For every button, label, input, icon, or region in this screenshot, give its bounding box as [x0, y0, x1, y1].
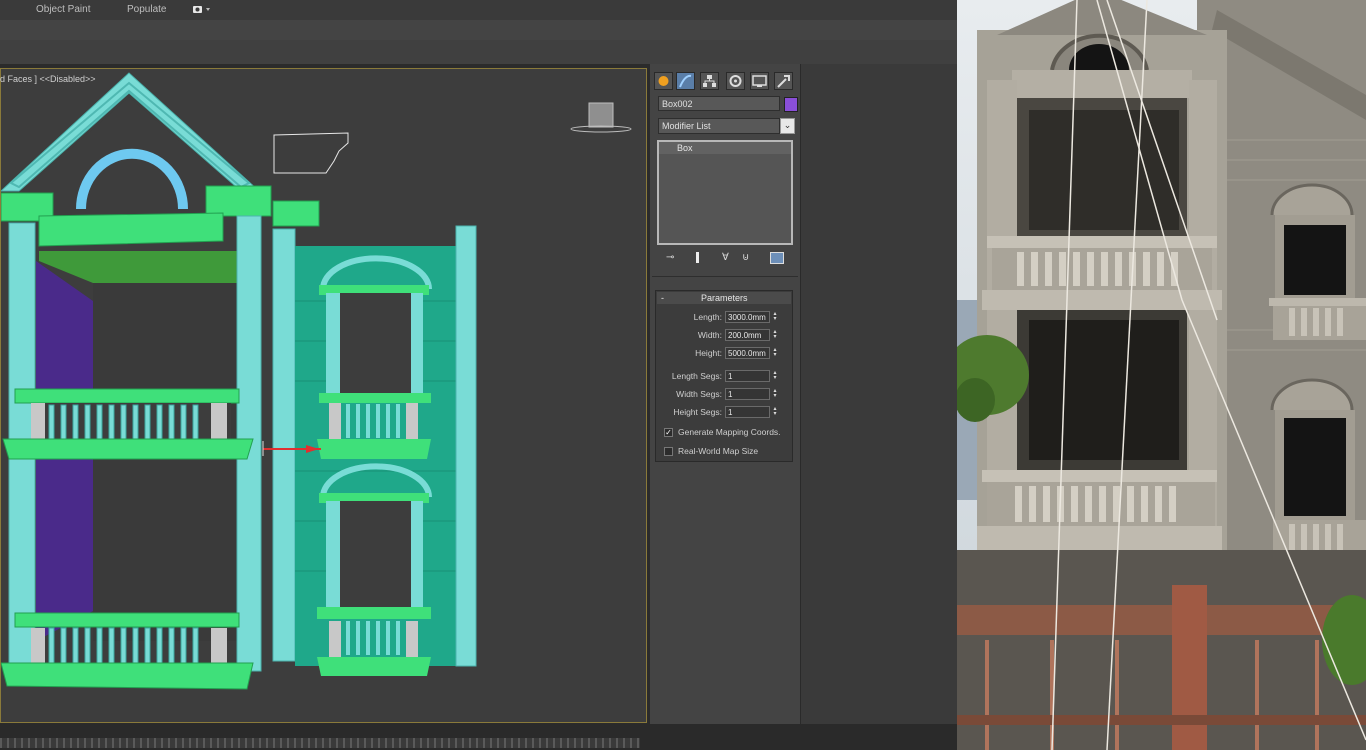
display-toggle-icon[interactable]	[192, 4, 212, 15]
make-unique-icon[interactable]: ∀	[722, 252, 729, 263]
house-model[interactable]	[1, 69, 647, 723]
pin-stack-icon[interactable]: ⊸	[666, 252, 674, 263]
divider	[652, 276, 798, 277]
hierarchy-icon[interactable]	[700, 72, 719, 90]
generate-mapping-checkbox[interactable]: ✓	[664, 428, 673, 437]
height-segs-spinner[interactable]: 1	[725, 406, 770, 418]
motion-icon[interactable]	[726, 72, 745, 90]
object-color-swatch[interactable]	[784, 97, 798, 112]
stack-item-box[interactable]: Box	[659, 142, 791, 154]
utilities-icon[interactable]	[774, 72, 793, 90]
real-world-map-size-checkbox[interactable]	[664, 447, 673, 456]
remove-modifier-icon[interactable]: ⊍	[742, 252, 749, 263]
object-name-field[interactable]: Box002	[658, 96, 780, 111]
stack-controls: ⊸ ∀ ⊍	[666, 252, 792, 266]
viewport-label[interactable]: d Faces ] <<Disabled>>	[0, 74, 96, 84]
width-spinner[interactable]: 200.0mm	[725, 329, 770, 341]
width-segs-spinner[interactable]: 1	[725, 388, 770, 400]
collapse-icon[interactable]: -	[661, 292, 664, 304]
length-segs-spinner[interactable]: 1	[725, 370, 770, 382]
spinner-arrows-icon[interactable]: ▴ ▾	[772, 370, 778, 381]
modifier-list-dropdown[interactable]: Modifier List	[658, 118, 780, 134]
tab-populate[interactable]: Populate	[127, 4, 166, 15]
width-segs-label: Width Segs:	[676, 389, 722, 399]
height-label: Height:	[695, 348, 722, 358]
generate-mapping-label: Generate Mapping Coords.	[678, 427, 781, 437]
reference-photo	[957, 0, 1366, 750]
length-spinner[interactable]: 3000.0mm	[725, 311, 770, 323]
height-segs-label: Height Segs:	[673, 407, 722, 417]
tab-object-paint[interactable]: Object Paint	[36, 4, 90, 15]
length-segs-label: Length Segs:	[671, 371, 722, 381]
empty-panel-area	[800, 64, 958, 724]
spinner-arrows-icon[interactable]: ▴ ▾	[772, 329, 778, 340]
timeline-track[interactable]	[0, 738, 640, 748]
perspective-viewport[interactable]	[0, 68, 647, 723]
spinner-arrows-icon[interactable]: ▴ ▾	[772, 311, 778, 322]
modifier-stack-list[interactable]: Box	[657, 140, 793, 245]
height-spinner[interactable]: 5000.0mm	[725, 347, 770, 359]
real-world-map-size-label: Real-World Map Size	[678, 446, 759, 456]
configure-modifier-sets-icon[interactable]	[770, 252, 784, 264]
rollout-title: Parameters	[701, 293, 748, 303]
length-label: Length:	[693, 312, 722, 322]
spinner-arrows-icon[interactable]: ▴ ▾	[772, 406, 778, 417]
spinner-arrows-icon[interactable]: ▴ ▾	[772, 347, 778, 358]
chevron-down-icon[interactable]: ⌄	[780, 118, 795, 134]
display-icon[interactable]	[750, 72, 769, 90]
width-label: Width:	[697, 330, 722, 340]
show-end-result-icon[interactable]	[696, 252, 699, 263]
parameters-rollout-header[interactable]: - Parameters	[657, 292, 791, 304]
modify-icon[interactable]	[676, 72, 695, 90]
spinner-arrows-icon[interactable]: ▴ ▾	[772, 388, 778, 399]
ribbon-panel-lower	[0, 40, 957, 64]
create-icon[interactable]	[654, 72, 673, 90]
